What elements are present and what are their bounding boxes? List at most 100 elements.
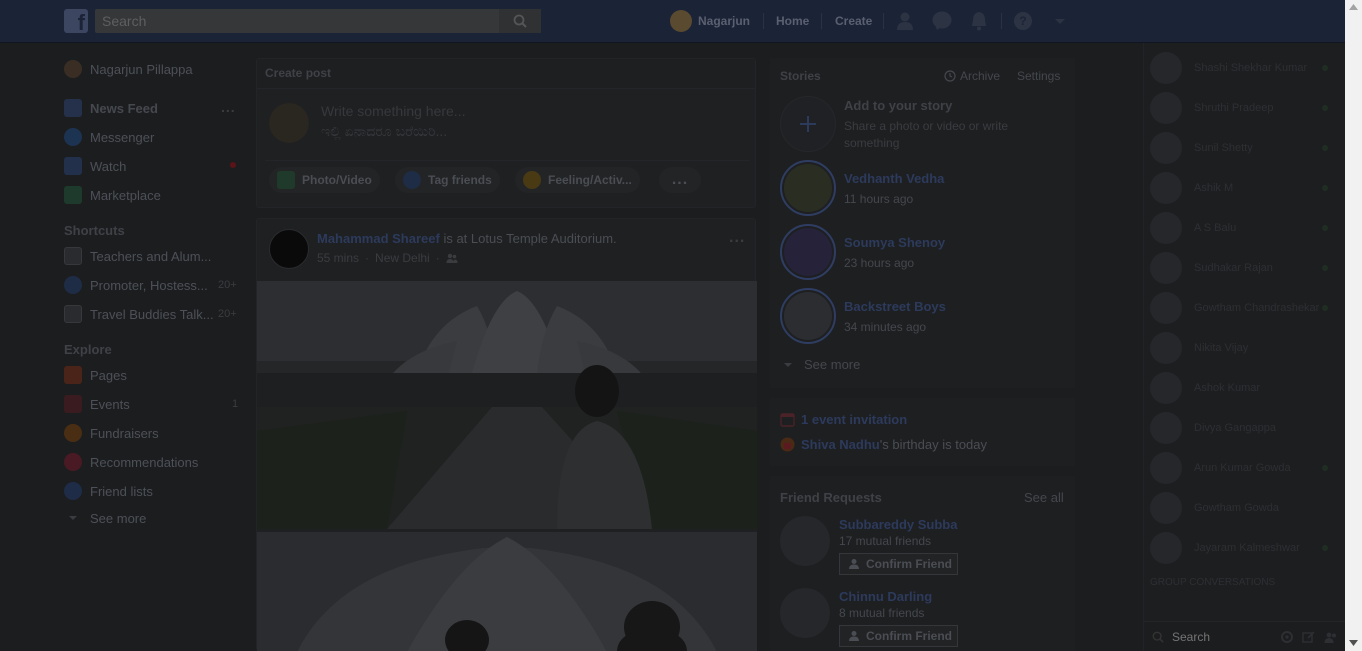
sidebar-item-shortcut[interactable]: Travel Buddies Talk... [64,304,214,324]
add-story-subtitle: Share a photo or video or write somethin… [844,119,1009,150]
post-photo-lotus-temple-2[interactable] [257,532,757,651]
sidebar-item-friend-lists[interactable]: Friend lists [64,481,153,501]
create-group-icon[interactable] [1324,630,1338,644]
avatar[interactable] [269,229,309,269]
gift-icon [780,437,795,452]
watch-notification-dot [230,162,236,168]
friend-requests-icon[interactable] [894,11,916,31]
facebook-logo[interactable]: f [64,9,88,33]
group-conversations-heading: GROUP CONVERSATIONS [1150,577,1276,588]
story-avatar[interactable] [780,288,836,344]
chat-contact[interactable]: Arun Kumar Gowda [1150,451,1340,485]
gear-icon[interactable] [1280,630,1294,644]
sidebar-item-shortcut[interactable]: Teachers and Alum... [64,246,211,266]
stories-see-more-link[interactable]: See more [782,357,860,372]
birthday-person-link[interactable]: Shiva Nadhu [801,437,880,452]
avatar [1150,532,1182,564]
story-name[interactable]: Vedhanth Vedha [844,171,944,186]
friends-audience-icon[interactable] [446,252,458,264]
composer-placeholder-kannada[interactable]: ಇಲ್ಲಿ ಏನಾದರೂ ಬರೆಯಿರಿ... [321,123,447,140]
chat-contact[interactable]: Sunil Shetty [1150,131,1340,165]
post-time[interactable]: 55 mins [317,251,359,265]
button-label: Confirm Friend [866,557,952,571]
story-name[interactable]: Backstreet Boys [844,299,946,314]
chat-contact[interactable]: Ashok Kumar [1150,371,1340,405]
post-photo-lotus-temple[interactable] [257,281,757,529]
sidebar-item-news-feed[interactable]: News Feed [64,98,158,118]
chat-contact[interactable]: Gowtham Gowda [1150,491,1340,525]
birthday-notice[interactable]: Shiva Nadhu's birthday is today [780,437,987,452]
story-time: 34 minutes ago [844,320,927,334]
search-input[interactable] [95,9,505,33]
story-name[interactable]: Soumya Shenoy [844,235,945,250]
story-avatar[interactable] [780,160,836,216]
chat-contact[interactable]: Sudhakar Rajan [1150,251,1340,285]
event-invitation-link[interactable]: 1 event invitation [780,412,907,427]
post-author-link[interactable]: Mahammad Shareef [317,231,440,246]
page-scrollbar[interactable] [1345,0,1362,651]
photo-video-button[interactable]: Photo/Video [269,167,380,193]
avatar[interactable] [780,516,830,566]
mutual-friends[interactable]: 8 mutual friends [839,606,924,620]
news-feed-more-button[interactable]: ... [221,99,236,115]
sidebar-item-pages[interactable]: Pages [64,365,127,385]
friend-request-name[interactable]: Chinnu Darling [839,589,932,604]
stories-settings-link[interactable]: Settings [1017,69,1060,83]
mutual-friends[interactable]: 17 mutual friends [839,534,931,548]
add-story-button[interactable] [780,96,836,152]
profile-link[interactable]: Nagarjun [670,10,750,32]
post-location[interactable]: New Delhi [375,251,430,265]
sidebar-item-label: Watch [90,158,127,174]
composer-placeholder[interactable]: Write something here... [321,103,465,119]
search-icon [513,14,527,28]
chat-contact[interactable]: Ashik M [1150,171,1340,205]
add-story-title[interactable]: Add to your story [844,98,952,113]
chat-contact[interactable]: Divya Gangappa [1150,411,1340,445]
stories-archive-link[interactable]: Archive [944,69,1000,83]
sidebar-item-watch[interactable]: Watch [64,156,126,176]
chat-contact[interactable]: Nikita Vijay [1150,331,1340,365]
sidebar-item-messenger[interactable]: Messenger [64,127,154,147]
story-avatar[interactable] [780,224,836,280]
sidebar-item-profile[interactable]: Nagarjun Pillappa [64,59,193,79]
account-menu-chevron-icon[interactable] [1049,11,1071,31]
chat-search-input[interactable] [1172,629,1272,644]
chat-contact[interactable]: A S Balu [1150,211,1340,245]
contact-name: Ashik M [1194,182,1234,194]
friend-lists-icon [64,482,82,500]
post-action-text: is at Lotus Temple Auditorium. [443,231,617,246]
help-icon[interactable]: ? [1012,11,1034,31]
scroll-down-arrow-icon[interactable] [1349,640,1358,646]
create-link[interactable]: Create [835,14,872,28]
chat-contact[interactable]: Gowtham Chandrashekar [1150,291,1340,325]
post-options-button[interactable]: ... [729,229,745,247]
profile-name: Nagarjun [698,14,751,28]
confirm-friend-button[interactable]: Confirm Friend [839,625,958,647]
sidebar-item-events[interactable]: Events [64,394,130,414]
compose-icon[interactable] [1302,630,1316,644]
avatar[interactable] [780,588,830,638]
scroll-up-arrow-icon[interactable] [1349,4,1358,10]
chat-contact[interactable]: Shashi Shekhar Kumar [1150,51,1340,85]
more-actions-button[interactable]: ... [659,167,701,193]
messenger-icon[interactable] [931,11,953,31]
tag-friends-button[interactable]: Tag friends [395,167,500,193]
create-post-title: Create post [257,59,755,89]
friend-request-name[interactable]: Subbareddy Subba [839,517,957,532]
recommendations-icon [64,453,82,471]
sidebar-item-marketplace[interactable]: Marketplace [64,185,161,205]
sidebar-item-shortcut[interactable]: Promoter, Hostess... [64,275,208,295]
sidebar-item-fundraisers[interactable]: Fundraisers [64,423,159,443]
birthday-text: 's birthday is today [879,437,988,452]
sidebar-item-recommendations[interactable]: Recommendations [64,452,198,472]
home-link[interactable]: Home [776,14,809,28]
chat-contact[interactable]: Jayaram Kalmeshwar [1150,531,1340,565]
see-more-link[interactable]: See more [64,508,146,528]
feeling-activity-button[interactable]: Feeling/Activ... [515,167,640,193]
search-button[interactable] [499,9,541,33]
chat-contact[interactable]: Shruthi Pradeep [1150,91,1340,125]
friend-requests-see-all-link[interactable]: See all [1024,490,1064,505]
confirm-friend-button[interactable]: Confirm Friend [839,553,958,575]
notifications-bell-icon[interactable] [968,11,990,31]
separator: · [365,251,370,265]
